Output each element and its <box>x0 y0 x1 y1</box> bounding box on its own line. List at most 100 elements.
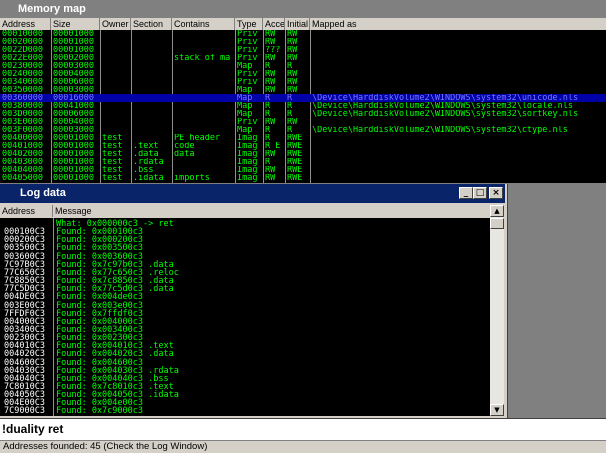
table-cell: 00405000 <box>2 174 43 183</box>
scroll-thumb[interactable] <box>490 218 504 229</box>
memory-map-table[interactable]: 00010000 00001000 Priv RW RW 00020000 00001000… <box>0 30 606 183</box>
table-cell: 00006000 <box>53 78 94 87</box>
table-cell: Imag <box>237 150 258 159</box>
table-cell: Imag <box>237 166 258 175</box>
table-cell: 00010000 <box>2 30 43 39</box>
col-size[interactable]: Size <box>51 18 100 30</box>
memory-map-window: Memory map Address Size Owner Section Co… <box>0 0 606 183</box>
table-row[interactable]: 00230000 00003000 Map R R <box>0 62 606 70</box>
table-row[interactable]: 00404000 00001000 test .bss Imag RW RWE <box>0 166 606 174</box>
table-row[interactable]: 00380000 00041000 Map R R \Device\HarddiskVol… <box>0 102 606 110</box>
table-cell: R <box>265 102 271 111</box>
table-row[interactable]: 003F0000 00003000 Map R R \Device\HarddiskVol… <box>0 126 606 134</box>
table-cell: R <box>287 110 293 119</box>
scroll-down-arrow-icon[interactable]: ▼ <box>490 404 504 416</box>
table-cell: RW <box>287 70 298 79</box>
table-cell: 00001000 <box>53 30 94 39</box>
col-log-message[interactable]: Message <box>53 205 490 217</box>
table-cell: 00401000 <box>2 142 43 151</box>
table-cell: Priv <box>237 118 258 127</box>
log-list[interactable]: What: 0x000000c3 -> ret 000100C3 Found: 0x… <box>0 218 490 416</box>
table-cell: Map <box>237 94 253 103</box>
table-cell: 003D0000 <box>2 110 43 119</box>
table-cell: 00350000 <box>2 86 43 95</box>
table-cell: RW <box>265 78 276 87</box>
table-cell: 00001000 <box>53 166 94 175</box>
table-cell: .idata <box>133 174 164 183</box>
table-row[interactable]: 003E0000 00004000 Priv RW RW <box>0 118 606 126</box>
table-cell: Priv <box>237 78 258 87</box>
table-cell: RW <box>265 54 276 63</box>
table-cell: RW <box>265 86 276 95</box>
table-cell: test <box>102 134 123 143</box>
table-row[interactable]: 00340000 00006000 Priv RW RW <box>0 78 606 86</box>
table-row[interactable]: 003D0000 00006000 Map R R \Device\HarddiskVol… <box>0 110 606 118</box>
col-mapped-as[interactable]: Mapped as <box>310 18 606 30</box>
log-window: Log data _ □ × Address Message What: 0x0… <box>0 184 508 418</box>
table-cell: 00400000 <box>2 134 43 143</box>
table-row[interactable]: 0022D000 00001000 Priv??? RW <box>0 46 606 54</box>
col-type[interactable]: Type <box>235 18 263 30</box>
table-row[interactable]: 00010000 00001000 Priv RW RW <box>0 30 606 38</box>
col-access[interactable]: Access <box>263 18 285 30</box>
col-contains[interactable]: Contains <box>172 18 235 30</box>
table-row[interactable]: 00401000 00001000 test .text code Imag R E RWE <box>0 142 606 150</box>
close-button[interactable]: × <box>489 187 503 199</box>
table-cell: 00340000 <box>2 78 43 87</box>
log-titlebar[interactable]: Log data _ □ × <box>0 184 505 203</box>
table-cell: RWE <box>287 174 303 183</box>
table-cell: R <box>265 134 271 143</box>
table-cell: test <box>102 166 123 175</box>
log-row[interactable]: 7C9000C3 Found: 0x7c9000c3 <box>0 406 490 416</box>
table-cell: .data <box>133 150 159 159</box>
table-row[interactable]: 00240000 00004000 Priv RW RW <box>0 70 606 78</box>
table-row[interactable]: 00020000 00001000 Priv RW RW <box>0 38 606 46</box>
log-message: Found: 0x7c9000c3 <box>56 406 143 416</box>
table-cell: \Device\HarddiskVolume2\WINDOWS\system32… <box>312 110 579 119</box>
table-cell: test <box>102 142 123 151</box>
table-cell: 00002000 <box>53 54 94 63</box>
table-cell: RW <box>265 30 276 39</box>
table-cell: 00001000 <box>53 38 94 47</box>
table-cell: stack of ma <box>174 54 231 63</box>
table-cell: 00403000 <box>2 158 43 167</box>
table-cell: Priv <box>237 54 258 63</box>
command-input[interactable] <box>2 419 602 439</box>
table-row[interactable]: 0022E000 00002000 stack of ma Priv RW RW <box>0 54 606 62</box>
memory-map-titlebar[interactable]: Memory map <box>0 0 606 18</box>
col-log-address[interactable]: Address <box>0 205 53 217</box>
table-row[interactable]: 00400000 00001000 test PE header Imag R RWE <box>0 134 606 142</box>
table-row[interactable]: 00403000 00001000 test .rdata Imag R RWE <box>0 158 606 166</box>
table-row[interactable]: 00360000 00016000 Map R R \Device\HarddiskVol… <box>0 94 606 102</box>
col-section[interactable]: Section <box>131 18 172 30</box>
table-cell: 00360000 <box>2 94 43 103</box>
table-cell: RWE <box>287 142 303 151</box>
table-cell: RWE <box>287 150 303 159</box>
col-initial[interactable]: Initial <box>285 18 310 30</box>
table-cell: R <box>265 126 271 135</box>
memory-map-title: Memory map <box>18 3 86 15</box>
table-cell: Priv <box>237 70 258 79</box>
table-row[interactable]: 00405000 00001000 test .idata imports Imag RW R… <box>0 174 606 182</box>
table-cell: Map <box>237 110 253 119</box>
table-cell: 00020000 <box>2 38 43 47</box>
table-cell: R <box>265 94 271 103</box>
table-cell: 00230000 <box>2 62 43 71</box>
table-cell: R <box>265 110 271 119</box>
table-cell: RW <box>287 30 298 39</box>
table-row[interactable]: 00402000 00001000 test .data data Imag RW RWE <box>0 150 606 158</box>
table-cell: ??? <box>265 46 281 55</box>
maximize-button[interactable]: □ <box>473 187 487 199</box>
log-address: 7C9000C3 <box>4 406 45 416</box>
col-address[interactable]: Address <box>0 18 51 30</box>
col-owner[interactable]: Owner <box>100 18 131 30</box>
minimize-button[interactable]: _ <box>459 187 473 199</box>
scroll-up-arrow-icon[interactable]: ▲ <box>490 205 504 217</box>
table-cell: Imag <box>237 142 258 151</box>
log-scrollbar[interactable]: ▲ ▼ <box>490 205 504 416</box>
table-cell: 003E0000 <box>2 118 43 127</box>
table-row[interactable]: 00350000 00003000 Map RW RW <box>0 86 606 94</box>
table-cell: RW <box>287 86 298 95</box>
table-cell: .rdata <box>133 158 164 167</box>
table-cell: Priv <box>237 46 258 55</box>
